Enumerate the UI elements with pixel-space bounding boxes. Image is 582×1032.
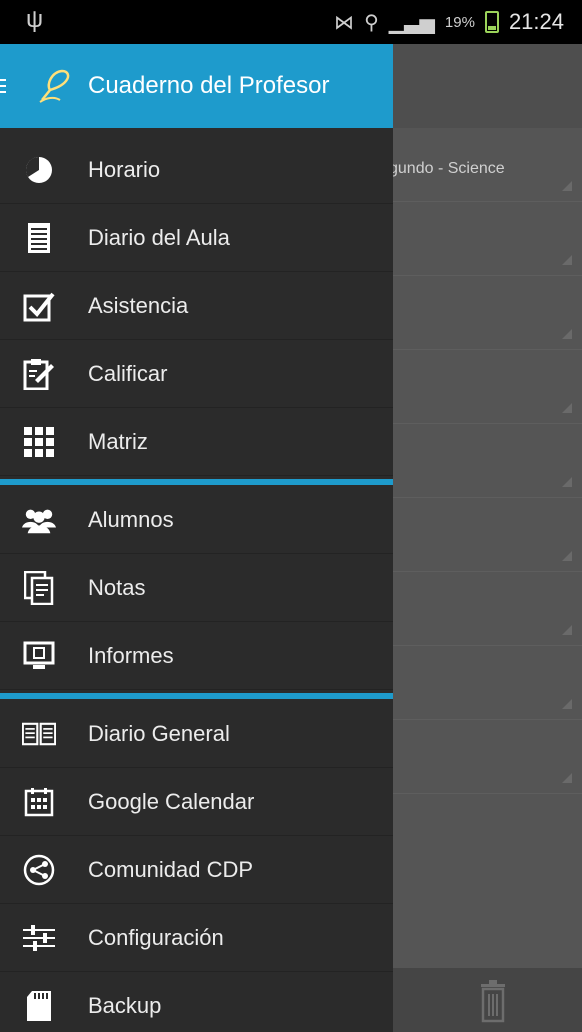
list-item[interactable] xyxy=(393,572,582,646)
drawer-item-notas[interactable]: Notas xyxy=(0,554,393,622)
signal-icon: ▁▃▅ xyxy=(388,11,435,34)
checkbox-icon xyxy=(22,289,56,323)
spinner-indicator-icon xyxy=(562,699,572,709)
drawer-item-backup[interactable]: Backup xyxy=(0,972,393,1032)
drawer-item-label: Diario del Aula xyxy=(88,224,230,250)
action-bar: Cuaderno del Profesor xyxy=(0,44,582,128)
nfc-icon: ⋈ xyxy=(334,11,355,34)
spinner-indicator-icon xyxy=(562,477,572,487)
drawer-divider xyxy=(0,479,393,485)
spinner-indicator-icon xyxy=(562,181,572,191)
drawer-item-calificar[interactable]: Calificar xyxy=(0,340,393,408)
status-icons: ⋈ ⚲ ▁▃▅ 19% 21:24 xyxy=(334,0,564,44)
wifi-icon: ⚲ xyxy=(364,11,379,34)
battery-icon xyxy=(484,11,499,33)
share-circle-icon xyxy=(22,853,56,887)
drawer-item-label: Comunidad CDP xyxy=(88,856,254,882)
drawer-item-comunidad-cdp[interactable]: Comunidad CDP xyxy=(0,836,393,904)
status-bar: ψ ⋈ ⚲ ▁▃▅ 19% 21:24 xyxy=(0,0,582,44)
trash-icon[interactable] xyxy=(479,976,507,1024)
drawer-item-horario[interactable]: Horario xyxy=(0,136,393,204)
spinner-indicator-icon xyxy=(562,329,572,339)
drawer-item-diario-general[interactable]: Diario General xyxy=(0,700,393,768)
drawer-item-label: Asistencia xyxy=(88,292,189,318)
drawer-divider xyxy=(0,693,393,699)
content-header-text: gundo - Science xyxy=(389,160,505,177)
navigation-drawer: Horario Diario del Aula Asistencia Calif… xyxy=(0,128,393,1032)
list-item[interactable] xyxy=(393,202,582,276)
app-logo-icon xyxy=(39,69,70,103)
spinner-indicator-icon xyxy=(562,551,572,561)
drawer-item-label: Diario General xyxy=(88,720,230,746)
document-icon xyxy=(22,221,56,255)
drawer-item-label: Horario xyxy=(88,156,161,182)
drawer-item-matriz[interactable]: Matriz xyxy=(0,408,393,476)
drawer-item-label: Configuración xyxy=(88,924,224,950)
monitor-icon xyxy=(22,639,56,673)
drawer-indicator-icon xyxy=(0,79,6,93)
grid-icon xyxy=(22,425,56,459)
main-content: gundo - Science xyxy=(389,128,582,1032)
sliders-icon xyxy=(22,921,56,955)
list-item[interactable] xyxy=(393,646,582,720)
people-icon xyxy=(22,503,56,537)
list-item[interactable]: gundo - Science xyxy=(389,128,582,202)
clock: 21:24 xyxy=(508,9,564,34)
drawer-item-configuracion[interactable]: Configuración xyxy=(0,904,393,972)
list-item[interactable] xyxy=(393,498,582,572)
notes-icon xyxy=(22,570,56,605)
drawer-item-label: Matriz xyxy=(88,428,148,454)
usb-icon: ψ xyxy=(26,6,44,33)
drawer-item-label: Informes xyxy=(88,642,174,668)
spinner-indicator-icon xyxy=(562,403,572,413)
spinner-indicator-icon xyxy=(562,255,572,265)
drawer-item-label: Alumnos xyxy=(88,506,174,532)
drawer-item-label: Calificar xyxy=(88,360,168,386)
drawer-item-diario-del-aula[interactable]: Diario del Aula xyxy=(0,204,393,272)
battery-percent: 19% xyxy=(444,13,475,31)
clock-icon xyxy=(22,153,56,187)
bottom-bar xyxy=(393,968,582,1032)
spinner-indicator-icon xyxy=(562,773,572,783)
drawer-item-alumnos[interactable]: Alumnos xyxy=(0,486,393,554)
calendar-icon xyxy=(22,785,56,819)
drawer-item-informes[interactable]: Informes xyxy=(0,622,393,690)
drawer-item-label: Google Calendar xyxy=(88,788,255,814)
sd-card-icon xyxy=(22,989,56,1023)
drawer-item-asistencia[interactable]: Asistencia xyxy=(0,272,393,340)
clipboard-edit-icon xyxy=(22,357,56,391)
app-title: Cuaderno del Profesor xyxy=(88,72,330,99)
list-item[interactable] xyxy=(393,424,582,498)
list-item[interactable] xyxy=(393,350,582,424)
app-home-button[interactable]: Cuaderno del Profesor xyxy=(0,44,393,128)
drawer-item-google-calendar[interactable]: Google Calendar xyxy=(0,768,393,836)
drawer-item-label: Notas xyxy=(88,574,146,600)
list-item[interactable] xyxy=(393,720,582,794)
list-item[interactable] xyxy=(393,276,582,350)
spinner-indicator-icon xyxy=(562,625,572,635)
book-icon xyxy=(22,717,56,751)
drawer-item-label: Backup xyxy=(88,992,162,1018)
